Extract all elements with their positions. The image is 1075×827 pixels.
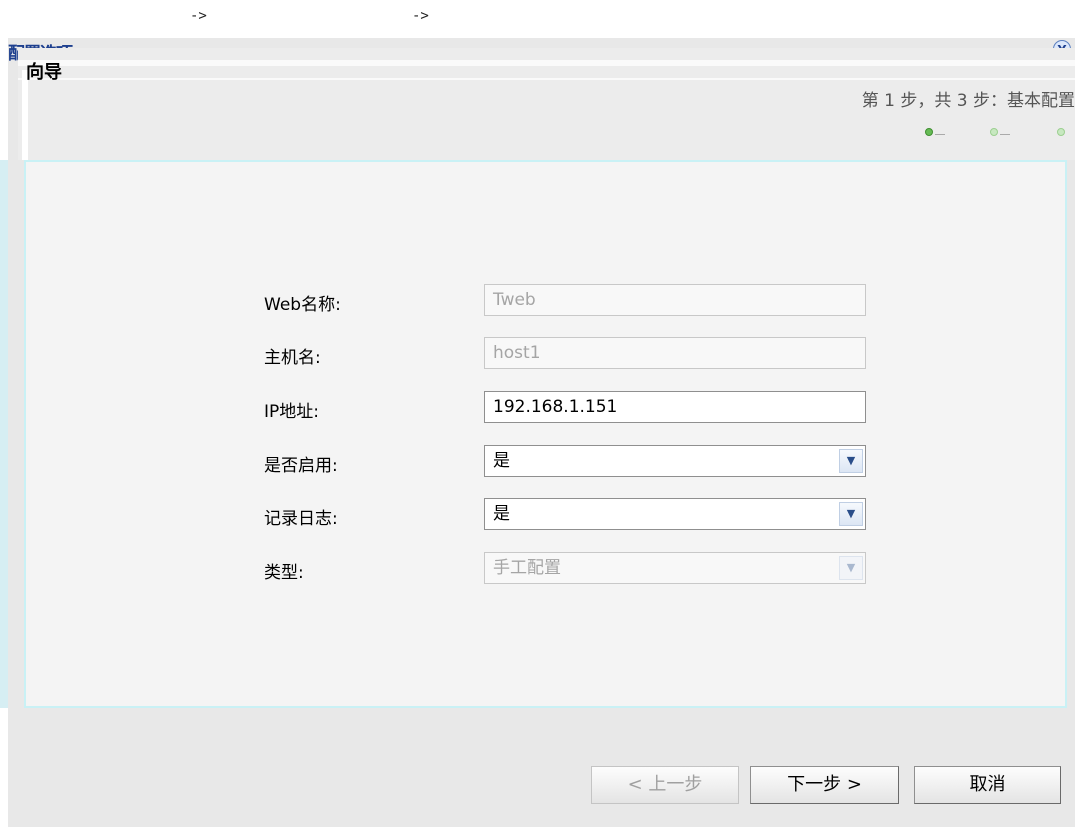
type-select-value: 手工配置: [493, 558, 561, 578]
header-stripe-secondary: [18, 78, 1075, 80]
ip-address-label: IP地址:: [264, 402, 319, 422]
log-label: 记录日志:: [264, 509, 338, 529]
breadcrumb-arrow-2: ->: [412, 8, 429, 24]
type-label: 类型:: [264, 563, 304, 583]
step-dot-connector: [1000, 134, 1010, 135]
step-dot-connector: [935, 134, 945, 135]
cancel-button[interactable]: 取消: [914, 766, 1061, 804]
next-button[interactable]: 下一步 >: [750, 766, 899, 804]
wizard-title: 向导: [26, 62, 62, 83]
host-name-label: 主机名:: [264, 348, 321, 368]
step-dot-3: [1057, 128, 1065, 136]
ip-address-input[interactable]: 192.168.1.151: [484, 391, 866, 423]
header-stripe: [18, 60, 1075, 66]
enabled-select-value: 是: [493, 451, 510, 471]
chevron-down-icon[interactable]: ▼: [839, 449, 863, 473]
chevron-down-icon[interactable]: ▼: [839, 556, 863, 580]
wizard-content: [24, 160, 1067, 708]
enabled-select[interactable]: 是 ▼: [484, 445, 866, 477]
host-name-input[interactable]: host1: [484, 337, 866, 369]
chevron-down-icon[interactable]: ▼: [839, 502, 863, 526]
breadcrumb-arrow-1: ->: [190, 8, 207, 24]
enabled-label: 是否启用:: [264, 456, 338, 476]
step-indicator-text: 第 1 步，共 3 步：基本配置: [861, 91, 1075, 111]
web-name-input[interactable]: Tweb: [484, 284, 866, 316]
left-strip: [0, 160, 8, 708]
web-name-label: Web名称:: [264, 295, 341, 315]
log-select[interactable]: 是 ▼: [484, 498, 866, 530]
log-select-value: 是: [493, 504, 510, 524]
prev-button[interactable]: < 上一步: [591, 766, 739, 804]
step-dot-2: [990, 128, 998, 136]
step-dot-1-active: [925, 128, 933, 136]
type-select[interactable]: 手工配置 ▼: [484, 552, 866, 584]
